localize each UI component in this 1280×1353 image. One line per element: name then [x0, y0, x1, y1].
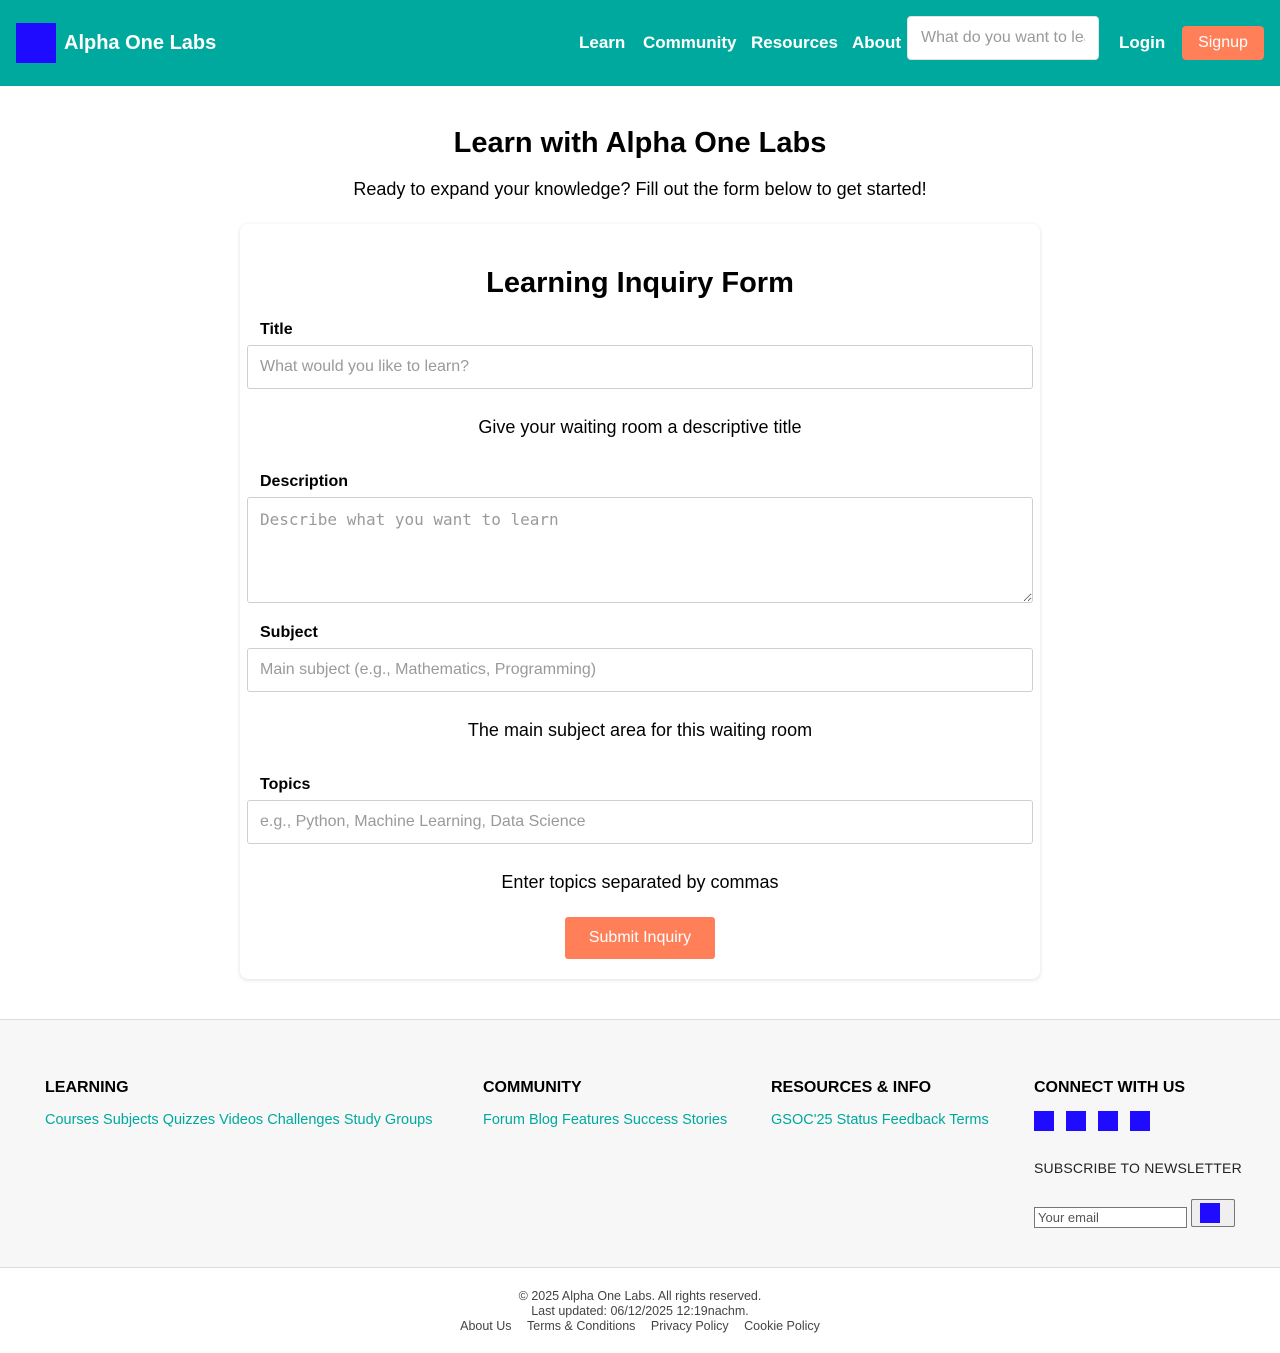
login-link[interactable]: Login: [1119, 33, 1165, 53]
description-label: Description: [260, 473, 349, 490]
title-label: Title: [260, 321, 293, 338]
search-input[interactable]: [907, 16, 1099, 60]
footer-heading-resources: RESOURCES & INFO: [771, 1079, 932, 1096]
social-icon-3[interactable]: [1098, 1111, 1118, 1131]
footer-heading-learning: LEARNING: [45, 1079, 129, 1096]
footer: LEARNING Courses Subjects Quizzes Videos…: [0, 1019, 1280, 1267]
footer-link-blog[interactable]: Blog: [529, 1112, 558, 1128]
topics-label: Topics: [260, 776, 311, 793]
topics-input[interactable]: [247, 800, 1033, 844]
footer-link-success-stories[interactable]: Success Stories: [623, 1112, 727, 1128]
footer-link-quizzes[interactable]: Quizzes: [163, 1112, 215, 1128]
nav-learn[interactable]: Learn: [579, 33, 625, 53]
nav-resources[interactable]: Resources: [751, 33, 838, 53]
footer-link-status[interactable]: Status: [837, 1112, 878, 1128]
logo-icon[interactable]: [16, 23, 56, 63]
brand-name[interactable]: Alpha One Labs: [64, 31, 216, 55]
copyright-text: © 2025 Alpha One Labs. All rights reserv…: [518, 1289, 762, 1303]
footer-heading-community: COMMUNITY: [483, 1079, 582, 1096]
form-title: Learning Inquiry Form: [486, 267, 794, 299]
last-updated-text: Last updated: 06/12/2025 12:19nachm.: [531, 1304, 749, 1318]
submit-inquiry-button[interactable]: Submit Inquiry: [565, 917, 715, 959]
footer-link-videos[interactable]: Videos: [219, 1112, 263, 1128]
send-icon: [1200, 1203, 1220, 1223]
footer-bottom-links: About Us Terms & Conditions Privacy Poli…: [0, 1319, 1280, 1334]
subject-help-text: The main subject area for this waiting r…: [467, 720, 813, 740]
bottom-link-privacy-policy[interactable]: Privacy Policy: [651, 1319, 729, 1333]
top-navbar: Alpha One Labs Learn Community Resources…: [0, 0, 1280, 86]
signup-button[interactable]: Signup: [1182, 26, 1264, 60]
footer-link-terms[interactable]: Terms: [949, 1112, 988, 1128]
footer-link-subjects[interactable]: Subjects: [103, 1112, 159, 1128]
social-icon-2[interactable]: [1066, 1111, 1086, 1131]
subject-input[interactable]: [247, 648, 1033, 692]
footer-link-courses[interactable]: Courses: [45, 1112, 99, 1128]
footer-bottom-bar: © 2025 Alpha One Labs. All rights reserv…: [0, 1267, 1280, 1353]
bottom-link-cookie-policy[interactable]: Cookie Policy: [744, 1319, 820, 1333]
newsletter-subscribe-button[interactable]: [1191, 1199, 1235, 1227]
nav-about[interactable]: About: [852, 33, 901, 53]
footer-link-gsoc[interactable]: GSOC'25: [771, 1112, 833, 1128]
footer-link-challenges[interactable]: Challenges: [267, 1112, 340, 1128]
page-title: Learn with Alpha One Labs: [453, 127, 827, 159]
topics-help-text: Enter topics separated by commas: [501, 872, 779, 892]
description-textarea[interactable]: [247, 497, 1033, 603]
nav-community[interactable]: Community: [643, 33, 737, 53]
social-icon-1[interactable]: [1034, 1111, 1054, 1131]
page-subtitle: Ready to expand your knowledge? Fill out…: [353, 179, 927, 199]
footer-heading-connect: CONNECT WITH US: [1034, 1079, 1186, 1096]
social-icon-4[interactable]: [1130, 1111, 1150, 1131]
newsletter-heading: SUBSCRIBE TO NEWSLETTER: [1034, 1160, 1242, 1176]
footer-learning-links: Courses Subjects Quizzes Videos Challeng…: [45, 1111, 432, 1129]
bottom-link-terms-conditions[interactable]: Terms & Conditions: [527, 1319, 635, 1333]
inquiry-form-card: Learning Inquiry Form Title Give your wa…: [240, 224, 1040, 979]
bottom-link-about-us[interactable]: About Us: [460, 1319, 511, 1333]
footer-link-forum[interactable]: Forum: [483, 1112, 525, 1128]
title-help-text: Give your waiting room a descriptive tit…: [478, 417, 802, 437]
footer-resources-links: GSOC'25 Status Feedback Terms: [771, 1111, 989, 1129]
subject-label: Subject: [260, 624, 318, 641]
footer-link-features[interactable]: Features: [562, 1112, 619, 1128]
footer-link-feedback[interactable]: Feedback: [882, 1112, 946, 1128]
title-input[interactable]: [247, 345, 1033, 389]
footer-community-links: Forum Blog Features Success Stories: [483, 1111, 727, 1129]
newsletter-email-input[interactable]: [1034, 1207, 1187, 1228]
footer-link-study-groups[interactable]: Study Groups: [344, 1112, 433, 1128]
